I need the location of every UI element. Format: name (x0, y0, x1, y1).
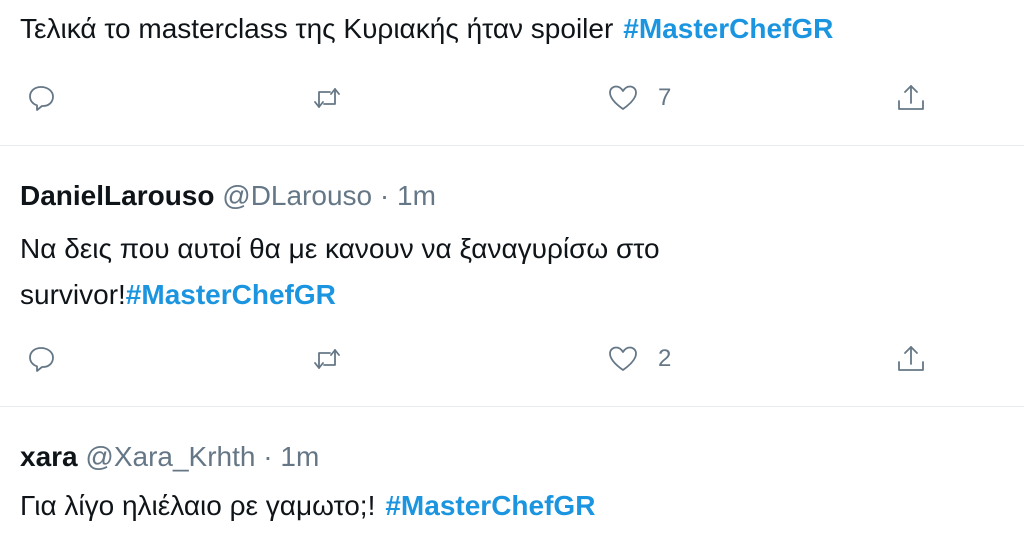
tweet-header: xara @Xara_Krhth · 1m (20, 440, 319, 474)
tweet-text: Για λίγο ηλιέλαιο ρε γαμωτο;! #MasterChef… (20, 490, 596, 521)
tweet[interactable]: Τελικά το masterclass της Κυριακής ήταν … (0, 0, 1024, 145)
retweet-button[interactable] (310, 78, 344, 118)
tweet-actions: 2 (0, 339, 1024, 379)
reply-icon (29, 86, 54, 111)
tweet[interactable]: xara @Xara_Krhth · 1m Για λίγο ηλιέλαιο … (0, 407, 1024, 549)
like-count: 7 (658, 84, 672, 111)
author-handle[interactable]: @DLarouso (222, 180, 372, 211)
heart-icon (609, 346, 637, 371)
hashtag-link[interactable]: #MasterChefGR (385, 490, 595, 521)
tweet[interactable]: DanielLarouso @DLarouso · 1m Να δεις που… (0, 146, 1024, 406)
share-icon (898, 85, 924, 110)
share-icon (898, 346, 924, 371)
heart-icon (609, 85, 637, 110)
hashtag-link[interactable]: #MasterChefGR (126, 279, 336, 310)
hashtag-link[interactable]: #MasterChefGR (623, 13, 833, 44)
like-button[interactable]: 7 (606, 78, 671, 118)
like-count: 2 (658, 345, 672, 372)
tweet-text: Τελικά το masterclass της Κυριακής ήταν … (20, 13, 834, 44)
tweet-actions: 7 (0, 78, 1024, 118)
author-handle[interactable]: @Xara_Krhth (85, 441, 255, 472)
like-button[interactable]: 2 (606, 339, 671, 379)
tweet-time[interactable]: · 1m (380, 180, 436, 211)
reply-button[interactable] (24, 78, 58, 118)
share-button[interactable] (894, 339, 928, 379)
share-button[interactable] (894, 78, 928, 118)
retweet-button[interactable] (310, 339, 344, 379)
retweet-icon (314, 349, 340, 369)
tweet-header: DanielLarouso @DLarouso · 1m (20, 179, 436, 213)
reply-button[interactable] (24, 339, 58, 379)
tweet-text: Να δεις που αυτοί θα με κανουν να ξαναγυ… (20, 233, 660, 310)
tweet-time[interactable]: · 1m (263, 441, 319, 472)
tweet-feed: Τελικά το masterclass της Κυριακής ήταν … (0, 0, 1024, 549)
retweet-icon (314, 88, 340, 108)
author-name[interactable]: xara (20, 441, 78, 472)
reply-icon (29, 347, 54, 372)
author-name[interactable]: DanielLarouso (20, 180, 214, 211)
